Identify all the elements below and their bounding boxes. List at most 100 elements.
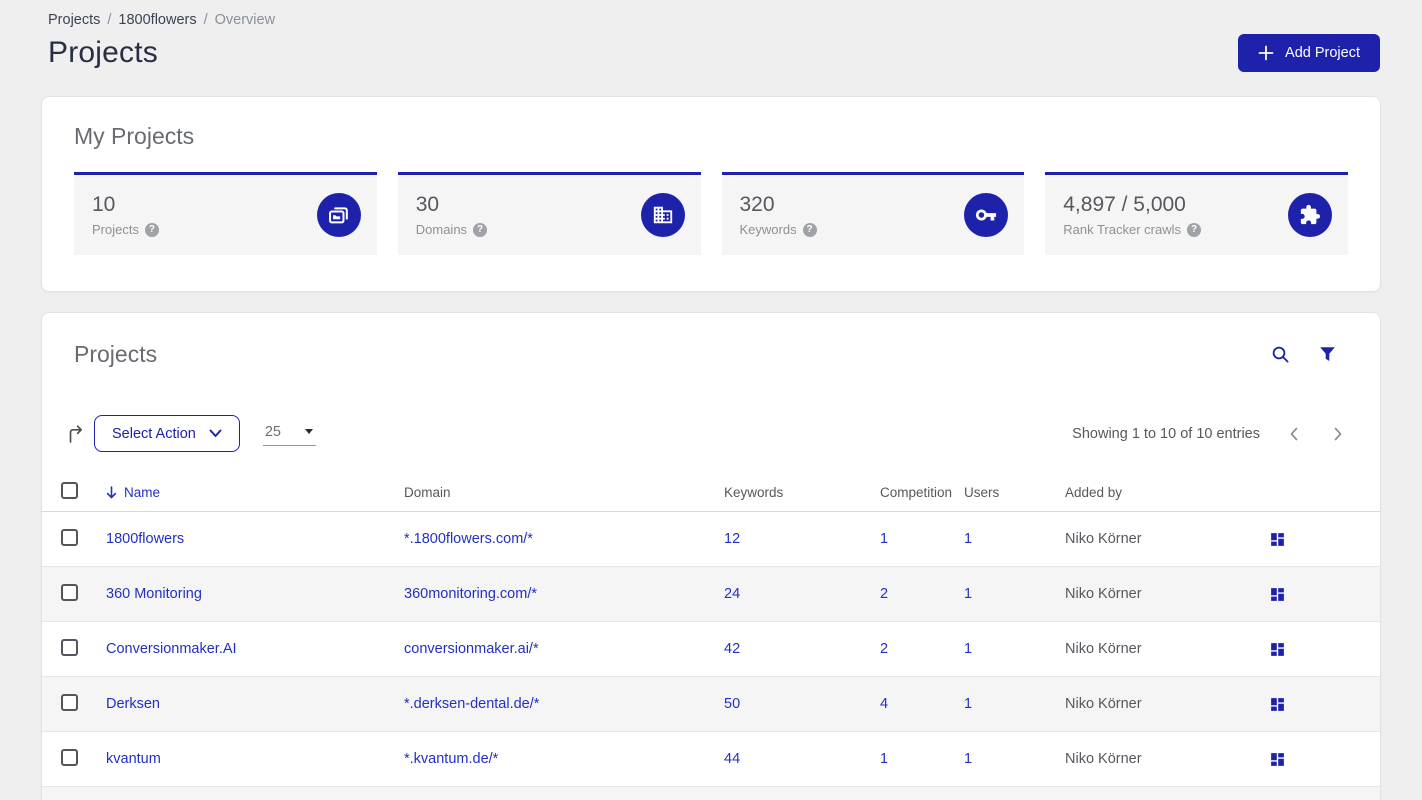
stat-projects-value: 10: [92, 193, 116, 216]
project-domain-link[interactable]: *.derksen-dental.de/*: [404, 696, 539, 712]
project-users-link[interactable]: 1: [964, 586, 972, 602]
stat-rank-tracker-label: Rank Tracker crawls: [1063, 222, 1181, 237]
table-row: [42, 787, 1380, 800]
question-mark-icon[interactable]: ?: [144, 222, 159, 237]
select-action-dropdown[interactable]: Select Action: [94, 415, 240, 452]
project-users-link[interactable]: 1: [964, 531, 972, 547]
plus-icon: [1258, 45, 1274, 61]
column-header-competition[interactable]: Competition: [880, 485, 964, 500]
project-keywords-link[interactable]: 24: [724, 586, 740, 602]
search-icon[interactable]: [1270, 344, 1291, 365]
stat-projects: 10 Projects ?: [74, 172, 377, 255]
my-projects-title: My Projects: [74, 123, 195, 149]
project-competition-link[interactable]: 1: [880, 531, 888, 547]
project-keywords-link[interactable]: 12: [724, 531, 740, 547]
column-header-users[interactable]: Users: [964, 485, 1065, 500]
building-icon: [640, 193, 685, 237]
add-project-button[interactable]: Add Project: [1238, 34, 1380, 72]
project-name-link[interactable]: Derksen: [106, 696, 160, 712]
project-keywords-link[interactable]: 50: [724, 696, 740, 712]
added-by-value: Niko Körner: [1065, 586, 1142, 602]
column-header-added-by[interactable]: Added by: [1065, 485, 1263, 500]
project-name-link[interactable]: 360 Monitoring: [106, 586, 202, 602]
column-header-domain[interactable]: Domain: [404, 485, 724, 500]
caret-down-icon: [304, 429, 313, 434]
add-project-label: Add Project: [1285, 45, 1360, 61]
export-arrow-icon[interactable]: [64, 422, 88, 446]
stat-keywords-value: 320: [739, 193, 775, 216]
project-name-link[interactable]: Conversionmaker.AI: [106, 641, 237, 657]
chevron-right-icon[interactable]: [1332, 426, 1344, 442]
stat-projects-label: Projects: [92, 222, 139, 237]
row-checkbox[interactable]: [61, 583, 78, 601]
project-domain-link[interactable]: conversionmaker.ai/*: [404, 641, 539, 657]
project-competition-link[interactable]: 2: [880, 586, 888, 602]
column-header-name[interactable]: Name: [106, 485, 404, 500]
project-competition-link[interactable]: 4: [880, 696, 888, 712]
added-by-value: Niko Körner: [1065, 641, 1142, 657]
project-domain-link[interactable]: *.kvantum.de/*: [404, 751, 498, 767]
project-users-link[interactable]: 1: [964, 751, 972, 767]
table-row: 360 Monitoring 360monitoring.com/* 24 2 …: [42, 567, 1380, 622]
added-by-value: Niko Körner: [1065, 751, 1142, 767]
stat-domains: 30 Domains ?: [397, 172, 701, 255]
projects-panel-title: Projects: [74, 341, 158, 367]
select-all-checkbox[interactable]: [61, 482, 78, 499]
dashboard-icon[interactable]: [1269, 641, 1286, 658]
filter-icon[interactable]: [1319, 346, 1336, 363]
table-row: 1800flowers *.1800flowers.com/* 12 1 1 N…: [42, 512, 1380, 567]
row-checkbox[interactable]: [61, 693, 78, 711]
row-checkbox[interactable]: [61, 638, 78, 656]
row-checkbox[interactable]: [61, 748, 78, 766]
projects-panel: Projects Select Action 25 Showing 1 to 1…: [41, 312, 1381, 800]
column-header-keywords[interactable]: Keywords: [724, 485, 880, 500]
key-icon: [964, 193, 1009, 237]
breadcrumb-separator: /: [107, 12, 112, 28]
project-domain-link[interactable]: 360monitoring.com/*: [404, 586, 537, 602]
stats-row: 10 Projects ? 30 Domains ? 320 Keywords …: [74, 172, 1348, 255]
dashboard-icon[interactable]: [1269, 751, 1286, 768]
table-header: Name Domain Keywords Competition Users A…: [42, 473, 1380, 512]
top-bar: Projects / 1800flowers / Overview Projec…: [0, 0, 1422, 72]
dashboard-icon[interactable]: [1269, 696, 1286, 713]
projects-copy-icon: [316, 193, 361, 237]
table-row: kvantum *.kvantum.de/* 44 1 1 Niko Körne…: [42, 732, 1380, 787]
project-competition-link[interactable]: 1: [880, 751, 888, 767]
page-size-select[interactable]: 25: [262, 422, 316, 446]
breadcrumb-projects[interactable]: Projects: [48, 12, 100, 28]
breadcrumb-overview: Overview: [214, 12, 276, 28]
project-competition-link[interactable]: 2: [880, 641, 888, 657]
question-mark-icon[interactable]: ?: [802, 222, 817, 237]
select-action-label: Select Action: [112, 425, 196, 442]
table-row: Conversionmaker.AI conversionmaker.ai/* …: [42, 622, 1380, 677]
puzzle-icon: [1288, 193, 1332, 237]
project-keywords-link[interactable]: 44: [724, 751, 740, 767]
row-checkbox[interactable]: [61, 528, 78, 546]
question-mark-icon[interactable]: ?: [1187, 222, 1201, 237]
projects-table: Name Domain Keywords Competition Users A…: [42, 473, 1380, 800]
stat-keywords-label: Keywords: [739, 222, 797, 237]
added-by-value: Niko Körner: [1065, 531, 1142, 547]
project-name-link[interactable]: kvantum: [106, 751, 161, 767]
chevron-left-icon[interactable]: [1288, 426, 1300, 442]
project-users-link[interactable]: 1: [964, 696, 972, 712]
page-size-value: 25: [264, 423, 281, 440]
question-mark-icon[interactable]: ?: [473, 222, 488, 237]
breadcrumb-separator: /: [203, 12, 208, 28]
project-users-link[interactable]: 1: [964, 641, 972, 657]
stat-domains-label: Domains: [415, 222, 468, 237]
project-domain-link[interactable]: *.1800flowers.com/*: [404, 531, 533, 547]
arrow-down-icon: [106, 485, 117, 499]
dashboard-icon[interactable]: [1269, 586, 1286, 603]
stat-domains-value: 30: [415, 193, 440, 216]
dashboard-icon[interactable]: [1269, 531, 1286, 548]
my-projects-card: My Projects 10 Projects ? 30 Domains ? 3…: [41, 96, 1381, 292]
project-keywords-link[interactable]: 42: [724, 641, 740, 657]
added-by-value: Niko Körner: [1065, 696, 1142, 712]
page-title: Projects: [48, 36, 158, 69]
project-name-link[interactable]: 1800flowers: [106, 531, 184, 547]
stat-rank-tracker: 4,897 / 5,000 Rank Tracker crawls ?: [1045, 172, 1348, 255]
table-body: 1800flowers *.1800flowers.com/* 12 1 1 N…: [42, 512, 1380, 800]
showing-entries-text: Showing 1 to 10 of 10 entries: [1072, 425, 1260, 442]
breadcrumb-project[interactable]: 1800flowers: [118, 12, 196, 28]
